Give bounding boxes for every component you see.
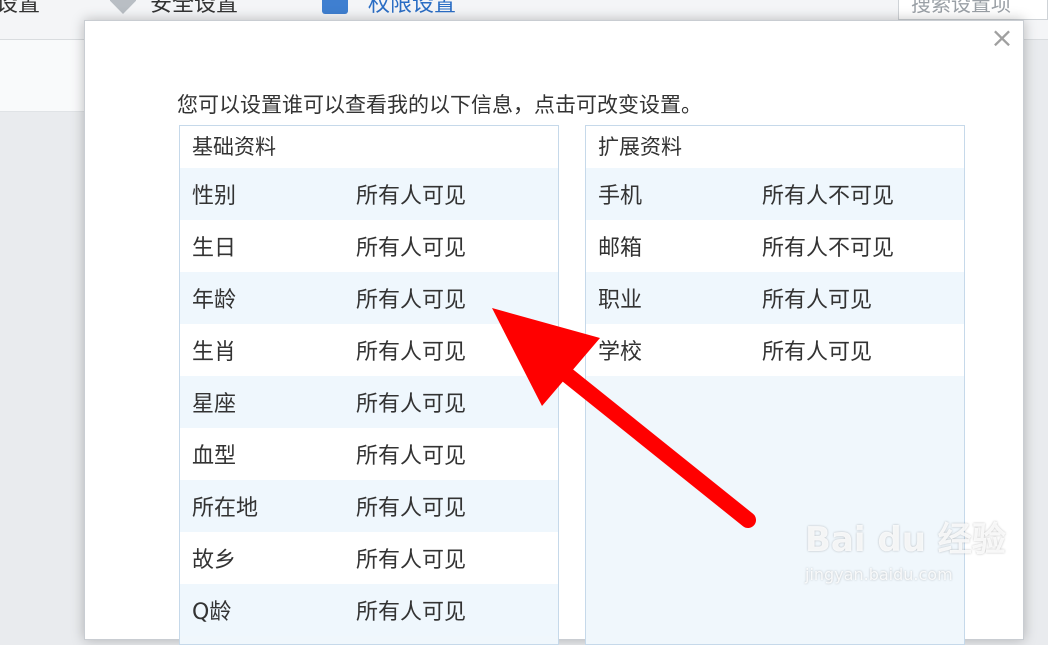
row-value[interactable]: 所有人可见 [762,334,964,366]
tab-security-settings[interactable]: 安全设置 [150,0,238,18]
row-label: 生日 [192,236,237,261]
search-input[interactable]: 搜索设置项 [898,0,1048,20]
tab-permission-settings[interactable]: 权限设置 [368,0,456,18]
row-label: 生肖 [192,340,237,365]
lock-icon [322,0,348,14]
shield-icon [110,0,136,14]
row-value[interactable]: 所有人可见 [356,438,558,470]
row-label: 性别 [192,184,237,209]
basic-info-panel: 基础资料 性别 所有人可见 生日 所有人可见 年龄 所有人可见 生肖 所有人可见 星座所… [179,125,559,645]
close-icon[interactable]: × [987,23,1017,53]
watermark-main: Bai du 经验 [805,520,1006,560]
row-label: 故乡 [192,548,237,573]
background-sidebar [0,40,84,112]
row-value[interactable]: 所有人可见 [762,282,964,314]
basic-info-rows: 性别 所有人可见 生日 所有人可见 年龄 所有人可见 生肖 所有人可见 星座 所有人可见 … [180,168,558,636]
row-label: 邮箱 [598,236,643,261]
intro-text: 您可以设置谁可以查看我的以下信息，点击可改变设置。 [177,93,702,117]
row-value[interactable]: 所有人不可见 [762,230,964,262]
setting-row-constellation[interactable]: 星座 所有人可见 [180,376,558,428]
setting-row-school[interactable]: 学校 所有人可见 [586,324,964,376]
row-value[interactable]: 所有人可见 [356,594,558,626]
row-label: 星座 [192,392,237,417]
setting-row-hometown[interactable]: 故乡 所有人可见 [180,532,558,584]
setting-row-gender[interactable]: 性别 所有人可见 [180,168,558,220]
baidu-jingyan-watermark: Bai du 经验 jingyan.baidu.com [805,512,1006,612]
setting-row-location[interactable]: 所在地 所有人可见 [180,480,558,532]
row-value[interactable]: 所有人可见 [356,178,558,210]
setting-row-age[interactable]: 年龄 所有人可见 [180,272,558,324]
setting-row-occupation[interactable]: 职业 所有人可见 [586,272,964,324]
row-label: 手机 [598,184,643,209]
row-label: 职业 [598,288,643,313]
tab-settings[interactable]: 设置 [0,0,40,18]
row-label: Q龄 [192,600,232,625]
row-label: 所在地 [192,496,259,521]
row-value[interactable]: 所有人可见 [356,542,558,574]
row-value[interactable]: 所有人可见 [356,230,558,262]
extended-info-title: 扩展资料 [586,126,964,168]
setting-row-birthday[interactable]: 生日 所有人可见 [180,220,558,272]
setting-row-email[interactable]: 邮箱 所有人不可见 [586,220,964,272]
row-value[interactable]: 所有人可见 [356,334,558,366]
row-label: 年龄 [192,288,237,313]
setting-row-zodiac-animal[interactable]: 生肖 所有人可见 [180,324,558,376]
setting-row-blood-type[interactable]: 血型 所有人可见 [180,428,558,480]
row-value[interactable]: 所有人可见 [356,282,558,314]
setting-row-q-age[interactable]: Q龄 所有人可见 [180,584,558,636]
row-value[interactable]: 所有人可见 [356,386,558,418]
setting-row-phone[interactable]: 手机 所有人不可见 [586,168,964,220]
row-label: 学校 [598,340,643,365]
row-label: 血型 [192,444,237,469]
row-value[interactable]: 所有人可见 [356,490,558,522]
watermark-sub: jingyan.baidu.com [805,565,953,584]
extended-info-rows: 手机 所有人不可见 邮箱 所有人不可见 职业 所有人可见 学校 所有人可见 [586,168,964,376]
basic-info-title: 基础资料 [180,126,558,168]
row-value[interactable]: 所有人不可见 [762,178,964,210]
